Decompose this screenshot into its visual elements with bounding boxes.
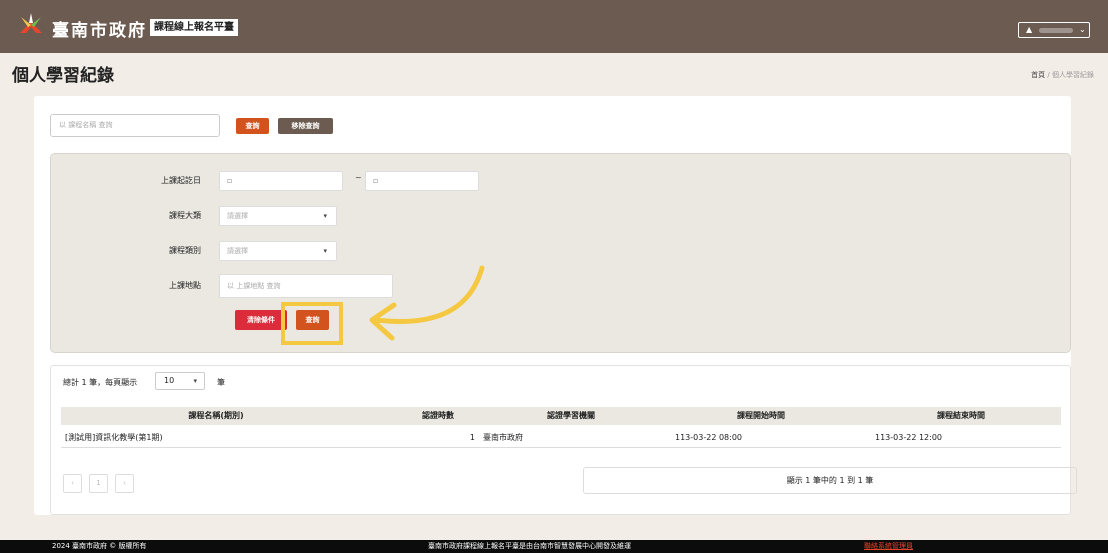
breadcrumb-home-link[interactable]: 首頁 bbox=[1031, 71, 1045, 79]
course-category-select[interactable]: 請選擇 ▾ bbox=[219, 206, 337, 226]
calendar-icon: ▫ bbox=[373, 176, 379, 185]
city-logo-icon[interactable] bbox=[18, 13, 44, 39]
curved-arrow-icon bbox=[369, 265, 485, 341]
footer-maintainer: 臺南市政府課程線上報名平臺是由台南市智慧發展中心開發及維運 bbox=[428, 542, 631, 550]
clear-conditions-button[interactable]: 清除條件 bbox=[235, 310, 287, 330]
user-menu-button[interactable]: ▲ ⌄ bbox=[1018, 22, 1090, 38]
date-range-label: 上課起訖日 bbox=[161, 176, 201, 185]
column-header-course-name[interactable]: 課程名稱(期別) bbox=[61, 407, 371, 425]
date-range-separator: ~ bbox=[355, 173, 362, 182]
caret-down-icon: ▾ bbox=[193, 377, 197, 385]
pagination: ‹ 1 › bbox=[63, 474, 137, 493]
site-subtitle[interactable]: 課程線上報名平臺 bbox=[150, 19, 238, 36]
highlight-box bbox=[281, 302, 343, 345]
course-category-label: 課程大類 bbox=[169, 211, 201, 220]
column-header-start-time[interactable]: 課程開始時間 bbox=[661, 407, 861, 425]
cell-hours: 1 bbox=[469, 433, 475, 442]
page-size-select[interactable]: 10 ▾ bbox=[155, 372, 205, 390]
remove-search-button[interactable]: 移除查詢 bbox=[278, 118, 333, 134]
date-from-input[interactable]: ▫ bbox=[219, 171, 343, 191]
total-count-text: 總計 1 筆，每頁顯示 bbox=[63, 378, 138, 387]
results-info: 顯示 1 筆中的 1 到 1 筆 bbox=[583, 467, 1077, 494]
breadcrumb-separator: / bbox=[1047, 71, 1050, 79]
user-name-blurred bbox=[1039, 28, 1073, 33]
cell-institution: 臺南市政府 bbox=[483, 433, 523, 442]
column-header-end-time[interactable]: 課程結束時間 bbox=[861, 407, 1061, 425]
footer-copyright: 2024 臺南市政府 © 版權所有 bbox=[52, 542, 147, 550]
footer: 2024 臺南市政府 © 版權所有 臺南市政府課程線上報名平臺是由台南市智慧發展… bbox=[0, 540, 1108, 553]
location-label: 上課地點 bbox=[169, 281, 201, 290]
page-1-button[interactable]: 1 bbox=[89, 474, 108, 493]
user-icon: ▲ bbox=[1026, 25, 1033, 34]
search-button[interactable]: 查詢 bbox=[236, 118, 269, 134]
results-panel: 總計 1 筆，每頁顯示 10 ▾ 筆 課程名稱(期別) 認證時數 認證學習機關 … bbox=[50, 365, 1077, 515]
page-size-unit: 筆 bbox=[217, 378, 225, 387]
calendar-icon: ▫ bbox=[227, 176, 233, 185]
column-header-hours[interactable]: 認證時數 bbox=[397, 407, 479, 425]
caret-down-icon: ▾ bbox=[323, 212, 327, 220]
filter-panel: 上課起訖日 ▫ ~ ▫ 課程大類 請選擇 ▾ 課程類別 請選擇 ▾ 上課地點 以… bbox=[50, 153, 1071, 353]
column-header-institution[interactable]: 認證學習機關 bbox=[501, 407, 641, 425]
next-page-button[interactable]: › bbox=[115, 474, 134, 493]
page-title: 個人學習紀錄 bbox=[12, 66, 114, 86]
site-title[interactable]: 臺南市政府 bbox=[52, 16, 147, 41]
title-bar: 個人學習紀錄 首頁 / 個人學習紀錄 bbox=[0, 53, 1108, 93]
chevron-down-icon: ⌄ bbox=[1079, 25, 1086, 34]
caret-down-icon: ▾ bbox=[323, 247, 327, 255]
contact-admin-link[interactable]: 聯絡系統管理員 bbox=[864, 540, 913, 553]
table-row: [測試用]資訊化教學(第1期) 1 臺南市政府 113-03-22 08:00 … bbox=[61, 428, 1061, 448]
course-name-search-input[interactable]: 以 課程名稱 查詢 bbox=[50, 114, 220, 137]
cell-end-time: 113-03-22 12:00 bbox=[875, 433, 942, 442]
cell-start-time: 113-03-22 08:00 bbox=[675, 433, 742, 442]
table-header: 課程名稱(期別) 認證時數 認證學習機關 課程開始時間 課程結束時間 bbox=[61, 407, 1061, 425]
course-type-label: 課程類別 bbox=[169, 246, 201, 255]
prev-page-button[interactable]: ‹ bbox=[63, 474, 82, 493]
top-header: 臺南市政府 課程線上報名平臺 ▲ ⌄ bbox=[0, 0, 1108, 53]
course-type-select[interactable]: 請選擇 ▾ bbox=[219, 241, 337, 261]
cell-course-name: [測試用]資訊化教學(第1期) bbox=[65, 433, 163, 442]
breadcrumb: 首頁 / 個人學習紀錄 bbox=[1031, 70, 1094, 80]
breadcrumb-current: 個人學習紀錄 bbox=[1052, 71, 1094, 79]
main-card: 以 課程名稱 查詢 查詢 移除查詢 上課起訖日 ▫ ~ ▫ 課程大類 請選擇 ▾… bbox=[34, 96, 1077, 515]
date-to-input[interactable]: ▫ bbox=[365, 171, 479, 191]
